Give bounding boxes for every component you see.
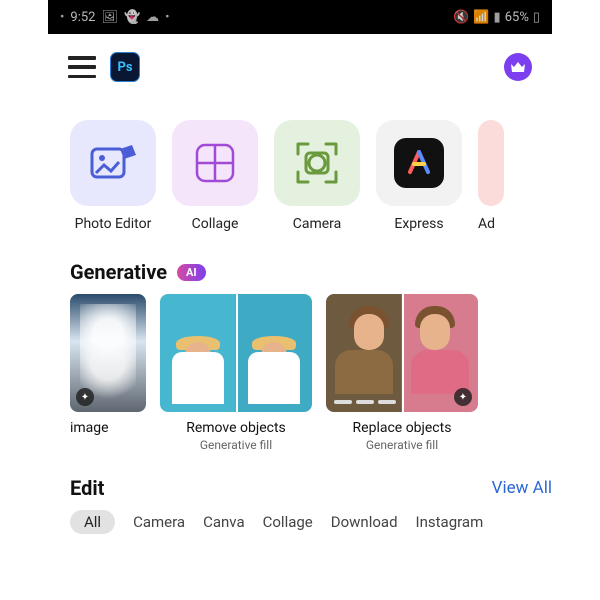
edit-section-header: Edit View All [48, 460, 552, 506]
generative-card-remove-objects[interactable]: Remove objects Generative fill [160, 294, 312, 452]
tile-express[interactable]: Express [376, 120, 462, 232]
signal-icon: ▮ [494, 10, 501, 25]
edit-filters: All Camera Canva Collage Download Instag… [48, 506, 552, 534]
gen-card-subtitle: Generative fill [326, 438, 478, 452]
filter-all[interactable]: All [70, 510, 115, 534]
snapchat-icon: 👻 [124, 10, 140, 25]
mute-icon: 🔇 [453, 10, 469, 25]
view-all-link[interactable]: View All [492, 478, 552, 498]
gen-card-title: Replace objects [326, 420, 478, 436]
premium-button[interactable] [504, 53, 532, 81]
cloud-illustration [80, 304, 136, 402]
generative-row: ✦ image Remove objects Generative fill ✦… [48, 294, 552, 460]
filter-collage[interactable]: Collage [263, 513, 313, 531]
edit-title: Edit [70, 476, 104, 500]
tile-photo-editor[interactable]: Photo Editor [70, 120, 156, 232]
tile-label: Camera [274, 216, 360, 232]
ai-badge: AI [177, 264, 206, 281]
status-bar: • 9:52 🖼 👻 ☁ • 🔇 📶 ▮ 65% ▯ [48, 0, 552, 34]
tile-collage[interactable]: Collage [172, 120, 258, 232]
generative-card-image[interactable]: ✦ image [70, 294, 146, 452]
filter-download[interactable]: Download [331, 513, 398, 531]
filter-camera[interactable]: Camera [133, 513, 185, 531]
filter-instagram[interactable]: Instagram [416, 513, 484, 531]
badge-icon: ✦ [454, 388, 472, 406]
tile-camera[interactable]: Camera [274, 120, 360, 232]
generative-section-header: Generative AI [48, 240, 552, 294]
cloud-icon: ☁ [146, 10, 159, 25]
wifi-icon: 📶 [473, 10, 489, 25]
image-icon: 🖼 [101, 10, 118, 25]
tile-label: Photo Editor [70, 216, 156, 232]
filter-canva[interactable]: Canva [203, 513, 245, 531]
crown-icon [510, 61, 526, 73]
tile-ad[interactable]: Ad [478, 120, 504, 232]
gen-card-subtitle: Generative fill [160, 438, 312, 452]
gen-card-title: image [70, 420, 146, 436]
camera-icon [292, 138, 342, 188]
menu-button[interactable] [68, 56, 96, 78]
badge-icon: ✦ [76, 388, 94, 406]
generative-title: Generative [70, 260, 167, 284]
tile-label: Ad [478, 216, 504, 232]
tile-label: Express [376, 216, 462, 232]
tile-label: Collage [172, 216, 258, 232]
app-logo[interactable]: Ps [110, 52, 140, 82]
battery-icon: ▯ [533, 10, 540, 25]
dot-icon: • [60, 10, 64, 25]
status-time: 9:52 [70, 10, 95, 25]
app-header: Ps [48, 34, 552, 86]
collage-icon [193, 141, 237, 185]
generative-card-replace-objects[interactable]: ✦ Replace objects Generative fill [326, 294, 478, 452]
dot-icon: • [165, 10, 169, 25]
gen-card-title: Remove objects [160, 420, 312, 436]
status-battery-pct: 65% [505, 10, 529, 25]
photo-editor-icon [88, 141, 138, 185]
express-icon [404, 148, 434, 178]
tools-row: Photo Editor Collage Camera [48, 86, 552, 240]
